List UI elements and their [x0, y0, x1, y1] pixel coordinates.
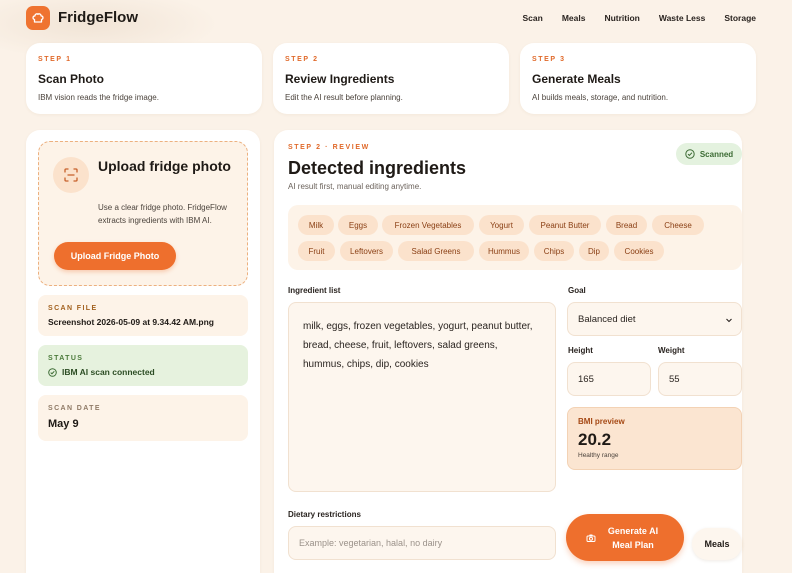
step-card-review: STEP 2 Review Ingredients Edit the AI re… — [273, 43, 509, 114]
nav-waste-less[interactable]: Waste Less — [659, 13, 705, 23]
dietary-restrictions-input[interactable]: Example: vegetarian, halal, no dairy — [288, 526, 556, 560]
upload-description: Use a clear fridge photo. FridgeFlow ext… — [98, 203, 227, 225]
scanned-badge-label: Scanned — [699, 149, 734, 159]
ingredient-chip[interactable]: Frozen Vegetables — [382, 215, 474, 235]
step-title: Generate Meals — [532, 72, 621, 86]
scanned-badge: Scanned — [676, 143, 742, 165]
review-kicker: STEP 2 · REVIEW — [288, 144, 370, 151]
check-circle-icon — [685, 149, 695, 159]
review-panel: STEP 2 · REVIEW Detected ingredients AI … — [274, 130, 742, 573]
scan-file-name: Screenshot 2026-05-09 at 9.34.42 AM.png — [48, 317, 214, 327]
generate-meal-plan-button[interactable]: Generate AI Meal Plan — [566, 514, 684, 561]
ingredient-chip[interactable]: Milk — [298, 215, 334, 235]
step-title: Review Ingredients — [285, 72, 395, 86]
top-bar: FridgeFlow Scan Meals Nutrition Waste Le… — [0, 0, 792, 36]
scan-file-card: SCAN FILE Screenshot 2026-05-09 at 9.34.… — [38, 295, 248, 336]
scan-date-card: SCAN DATE May 9 — [38, 395, 248, 441]
status-card: STATUS IBM AI scan connected — [38, 345, 248, 386]
camera-icon — [586, 534, 596, 542]
ingredient-chip[interactable]: Peanut Butter — [529, 215, 601, 235]
ingredient-list-label: Ingredient list — [288, 286, 341, 295]
ingredient-chip[interactable]: Cookies — [614, 241, 664, 261]
ingredient-chip[interactable]: Yogurt — [479, 215, 524, 235]
check-circle-icon — [48, 367, 57, 377]
upload-dropzone[interactable]: Upload fridge photo Use a clear fridge p… — [38, 141, 248, 286]
scan-date-value: May 9 — [48, 418, 79, 430]
status-text: IBM AI scan connected — [62, 367, 155, 377]
ingredient-chip[interactable]: Bread — [606, 215, 647, 235]
brand-name[interactable]: FridgeFlow — [58, 9, 138, 26]
weight-input[interactable]: 55 — [658, 362, 742, 396]
goal-label: Goal — [568, 286, 586, 295]
bmi-value: 20.2 — [578, 430, 612, 449]
nav-storage[interactable]: Storage — [724, 13, 756, 23]
ingredient-chip[interactable]: Leftovers — [340, 241, 393, 261]
step-card-generate: STEP 3 Generate Meals AI builds meals, s… — [520, 43, 756, 114]
weight-label: Weight — [658, 346, 685, 355]
scan-date-kicker: SCAN DATE — [48, 405, 101, 412]
upload-photo-button[interactable]: Upload Fridge Photo — [54, 242, 176, 270]
bmi-note: Healthy range — [578, 452, 619, 459]
ingredient-chips: Milk Eggs Frozen Vegetables Yogurt Peanu… — [288, 205, 742, 270]
ingredient-chip[interactable]: Chips — [534, 241, 574, 261]
ingredient-chip[interactable]: Fruit — [298, 241, 335, 261]
chevron-down-icon — [726, 318, 732, 323]
ingredient-list-textarea[interactable]: milk, eggs, frozen vegetables, yogurt, p… — [288, 302, 556, 492]
nav-nutrition[interactable]: Nutrition — [604, 13, 639, 23]
step-desc: IBM vision reads the fridge image. — [38, 93, 159, 102]
status-row: IBM AI scan connected — [48, 367, 238, 377]
upload-title: Upload fridge photo — [98, 158, 231, 174]
generate-button-label: Generate AI Meal Plan — [607, 525, 659, 550]
step-title: Scan Photo — [38, 72, 105, 86]
scan-file-kicker: SCAN FILE — [48, 305, 98, 312]
step-desc: Edit the AI result before planning. — [285, 93, 403, 102]
height-input[interactable]: 165 — [567, 362, 651, 396]
goal-value: Balanced diet — [578, 313, 636, 325]
step-kicker: STEP 1 — [38, 56, 72, 63]
review-subtitle: AI result first, manual editing anytime. — [288, 182, 422, 191]
status-kicker: STATUS — [48, 355, 84, 362]
ingredient-chip[interactable]: Dip — [579, 241, 609, 261]
ingredient-chip[interactable]: Hummus — [479, 241, 529, 261]
step-kicker: STEP 3 — [532, 56, 566, 63]
meals-button[interactable]: Meals — [692, 528, 742, 560]
nav-scan[interactable]: Scan — [523, 13, 543, 23]
ingredient-chip[interactable]: Eggs — [338, 215, 378, 235]
step-card-scan: STEP 1 Scan Photo IBM vision reads the f… — [26, 43, 262, 114]
dietary-label: Dietary restrictions — [288, 510, 361, 519]
height-label: Height — [568, 346, 593, 355]
bmi-preview: BMI preview 20.2 Healthy range — [567, 407, 742, 470]
goal-select[interactable]: Balanced diet — [567, 302, 742, 336]
review-title: Detected ingredients — [288, 158, 467, 178]
chef-hat-icon[interactable] — [26, 6, 50, 30]
bmi-label: BMI preview — [578, 417, 625, 426]
step-desc: AI builds meals, storage, and nutrition. — [532, 93, 669, 102]
nav-meals[interactable]: Meals — [562, 13, 586, 23]
ingredient-chip[interactable]: Cheese — [652, 215, 704, 235]
scan-icon — [53, 157, 89, 193]
step-kicker: STEP 2 — [285, 56, 319, 63]
ingredient-chip[interactable]: Salad Greens — [398, 241, 474, 261]
scan-panel: Upload fridge photo Use a clear fridge p… — [26, 130, 260, 573]
main-nav: Scan Meals Nutrition Waste Less Storage — [523, 13, 757, 23]
